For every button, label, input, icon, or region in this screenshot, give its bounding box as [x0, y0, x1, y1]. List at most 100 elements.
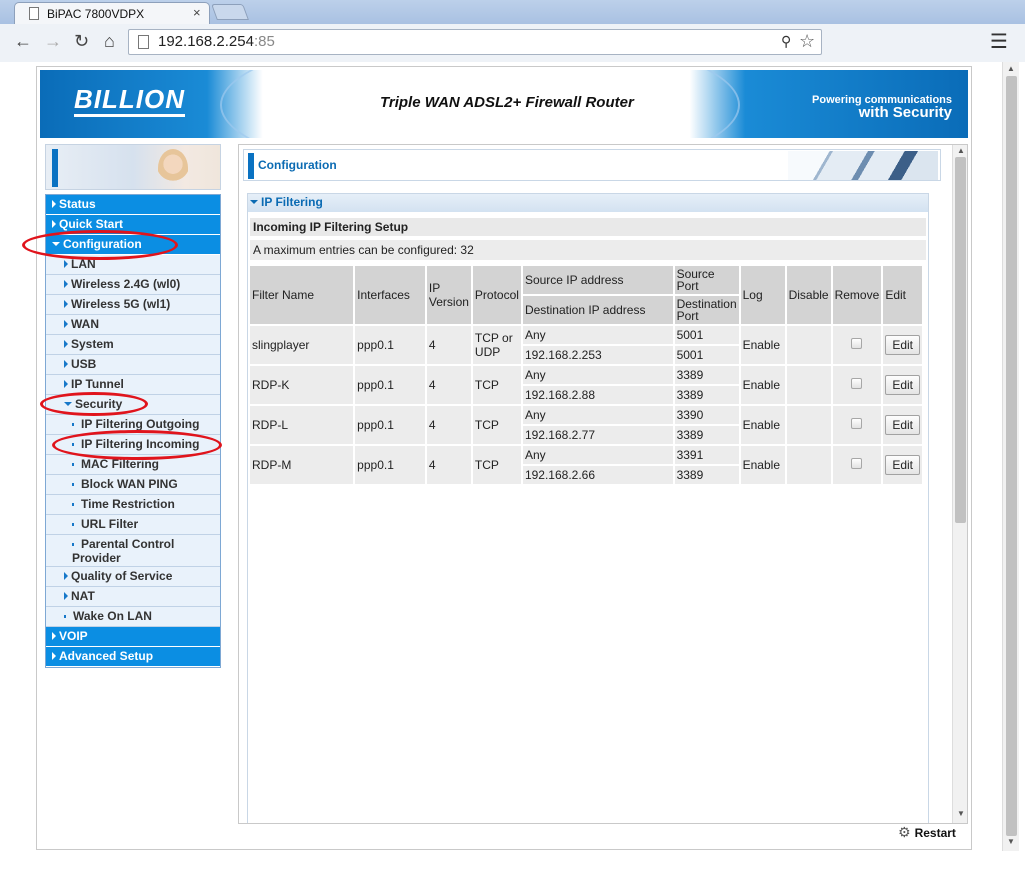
back-icon[interactable]: ←	[14, 30, 32, 52]
page-icon	[138, 35, 149, 49]
nav-lan[interactable]: LAN	[46, 255, 220, 275]
chevron-down-icon	[250, 200, 258, 204]
scroll-down-icon[interactable]: ▼	[957, 809, 965, 818]
remove-checkbox[interactable]	[851, 418, 863, 429]
nav-system[interactable]: System	[46, 335, 220, 355]
nav-wake-on-lan[interactable]: Wake On LAN	[46, 607, 220, 627]
browser-tab[interactable]: BiPAC 7800VDPX ×	[14, 2, 210, 24]
home-icon[interactable]: ⌂	[104, 30, 115, 52]
address-bar[interactable]: 192.168.2.254:85 ⚲ ☆	[128, 29, 822, 55]
edit-button[interactable]: Edit	[885, 455, 920, 475]
col-remove: Remove	[832, 266, 882, 324]
key-icon[interactable]: ⚲	[781, 33, 791, 50]
nav-time-restriction[interactable]: Time Restriction	[46, 495, 220, 515]
tagline-line-2: with Security	[858, 104, 952, 121]
cell-interface: ppp0.1	[355, 446, 425, 484]
chevron-right-icon	[64, 320, 68, 328]
tab-strip: BiPAC 7800VDPX ×	[0, 0, 1025, 24]
nav-wireless-24g-label: Wireless 2.4G (wl0)	[71, 277, 181, 291]
nav-parental-control[interactable]: Parental Control Provider	[46, 535, 220, 567]
nav-qos[interactable]: Quality of Service	[46, 567, 220, 587]
edit-button[interactable]: Edit	[885, 415, 920, 435]
cell-edit: Edit	[883, 326, 922, 364]
cell-log: Enable	[740, 446, 785, 484]
nav-mac-filtering-label: MAC Filtering	[81, 457, 159, 471]
edit-button[interactable]: Edit	[885, 335, 920, 355]
cell-destination-port: 3389	[674, 386, 739, 404]
scroll-thumb[interactable]	[955, 157, 966, 523]
cell-ip-version: 4	[426, 366, 471, 404]
nav-ip-filtering-outgoing[interactable]: IP Filtering Outgoing	[46, 415, 220, 435]
cell-ip-version: 4	[426, 326, 471, 364]
cell-log: Enable	[740, 326, 785, 364]
scroll-up-icon[interactable]: ▲	[1007, 64, 1015, 73]
cell-log: Enable	[740, 366, 785, 404]
nav-nat-label: NAT	[71, 589, 95, 603]
col-log: Log	[740, 266, 785, 324]
nav-url-filter-label: URL Filter	[81, 517, 139, 531]
scroll-down-icon[interactable]: ▼	[1007, 837, 1015, 846]
page-scrollbar[interactable]: ▲ ▼	[1002, 62, 1019, 851]
nav-security[interactable]: Security	[46, 395, 220, 415]
nav-ip-filtering-outgoing-label: IP Filtering Outgoing	[81, 417, 200, 431]
portrait-image	[45, 144, 221, 190]
header-accent-bar	[248, 153, 254, 179]
content-scrollbar[interactable]: ▲ ▼	[952, 145, 967, 823]
chevron-down-icon	[64, 402, 72, 406]
nav-url-filter[interactable]: URL Filter	[46, 515, 220, 535]
restart-icon: ⚙	[898, 824, 911, 840]
cell-destination-port: 3389	[674, 426, 739, 444]
cell-disable	[786, 406, 831, 444]
scroll-up-icon[interactable]: ▲	[957, 146, 965, 155]
new-tab-button[interactable]	[211, 4, 249, 20]
nav-quick-start[interactable]: Quick Start	[46, 215, 220, 235]
forward-icon[interactable]: →	[44, 30, 62, 52]
nav-configuration[interactable]: Configuration	[46, 235, 220, 255]
bullet-icon	[72, 503, 74, 506]
cell-edit: Edit	[883, 446, 922, 484]
nav-ip-tunnel-label: IP Tunnel	[71, 377, 124, 391]
nav-nat[interactable]: NAT	[46, 587, 220, 607]
reload-icon[interactable]: ↻	[74, 30, 89, 52]
page-header: Configuration	[243, 149, 941, 181]
nav-usb-label: USB	[71, 357, 97, 371]
ip-filtering-section: IP Filtering Incoming IP Filtering Setup…	[247, 193, 929, 823]
chevron-right-icon	[64, 260, 68, 268]
nav-time-restriction-label: Time Restriction	[81, 497, 175, 511]
star-icon[interactable]: ☆	[799, 31, 815, 52]
edit-button[interactable]: Edit	[885, 375, 920, 395]
cell-protocol: TCP	[472, 446, 521, 484]
nav-usb[interactable]: USB	[46, 355, 220, 375]
sidebar-nav: Status Quick Start Configuration LAN Wir…	[45, 194, 221, 668]
nav-status-label: Status	[59, 197, 96, 211]
cell-source-port: 3390	[674, 406, 739, 424]
remove-checkbox[interactable]	[851, 458, 863, 469]
remove-checkbox[interactable]	[851, 338, 863, 349]
cell-filter-name: RDP-M	[250, 446, 354, 484]
close-tab-icon[interactable]: ×	[193, 5, 201, 20]
nav-block-wan-ping[interactable]: Block WAN PING	[46, 475, 220, 495]
cell-disable	[786, 326, 831, 364]
nav-advanced-setup[interactable]: Advanced Setup	[46, 647, 220, 667]
col-source-ip: Source IP address	[522, 266, 673, 294]
tab-title: BiPAC 7800VDPX	[47, 7, 145, 21]
nav-wan-label: WAN	[71, 317, 99, 331]
nav-ip-filtering-incoming[interactable]: IP Filtering Incoming	[46, 435, 220, 455]
cell-ip-version: 4	[426, 406, 471, 444]
scroll-thumb[interactable]	[1006, 76, 1017, 836]
restart-link[interactable]: ⚙ Restart	[898, 824, 956, 841]
woman-portrait	[158, 149, 188, 187]
bullet-icon	[72, 423, 74, 426]
section-header[interactable]: IP Filtering	[248, 194, 928, 212]
nav-voip[interactable]: VOIP	[46, 627, 220, 647]
menu-icon[interactable]: ☰	[990, 29, 1008, 54]
nav-wireless-24g[interactable]: Wireless 2.4G (wl0)	[46, 275, 220, 295]
cell-destination-ip: 192.168.2.66	[522, 466, 673, 484]
nav-ip-tunnel[interactable]: IP Tunnel	[46, 375, 220, 395]
nav-status[interactable]: Status	[46, 195, 220, 215]
nav-wan[interactable]: WAN	[46, 315, 220, 335]
nav-mac-filtering[interactable]: MAC Filtering	[46, 455, 220, 475]
remove-checkbox[interactable]	[851, 378, 863, 389]
nav-wireless-5g[interactable]: Wireless 5G (wl1)	[46, 295, 220, 315]
nav-ip-filtering-incoming-label: IP Filtering Incoming	[81, 437, 200, 451]
